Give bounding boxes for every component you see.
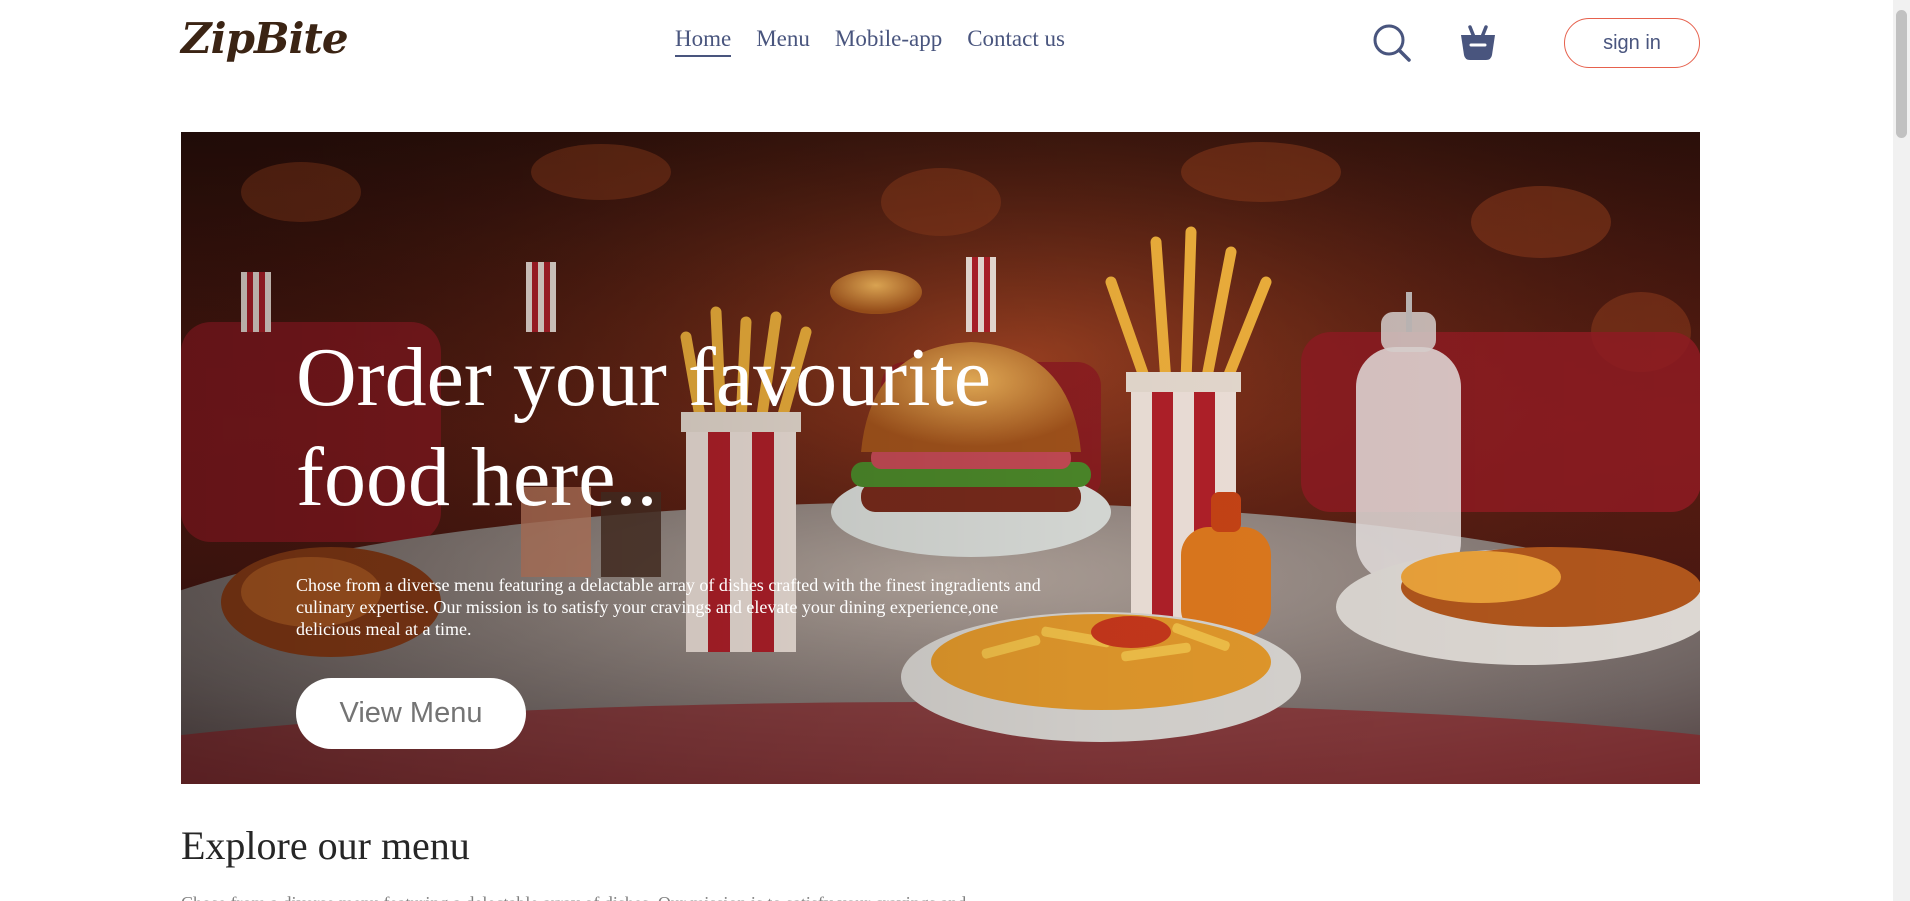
hero-title-line-2: food here.. [296,431,658,524]
search-icon[interactable] [1372,23,1412,63]
page: ZipBite Home Menu Mobile-app Contact us … [0,0,1910,901]
explore-menu-description: Chose from a diverse menu featuring a de… [181,893,966,901]
nav-item-contact-us[interactable]: Contact us [967,26,1065,57]
nav-item-menu[interactable]: Menu [756,26,810,57]
sign-in-button[interactable]: sign in [1564,18,1700,68]
view-menu-button[interactable]: View Menu [296,678,526,749]
navbar: ZipBite Home Menu Mobile-app Contact us … [181,0,1700,88]
basket-icon[interactable] [1458,23,1498,63]
nav-item-mobile-app[interactable]: Mobile-app [835,26,942,57]
hero-content: Order your favourite food here.. Chose fr… [296,328,1076,749]
explore-menu-title: Explore our menu [181,823,470,868]
scrollbar-thumb[interactable] [1896,10,1907,138]
page-scrollbar[interactable] [1893,0,1910,901]
hero-description: Chose from a diverse menu featuring a de… [296,575,1041,639]
logo[interactable]: ZipBite [181,14,349,63]
nav-menu: Home Menu Mobile-app Contact us [675,26,1065,57]
hero-title-line-1: Order your favourite [296,331,992,424]
nav-item-home[interactable]: Home [675,26,732,57]
nav-right: sign in [1372,18,1700,68]
hero-title: Order your favourite food here.. [296,328,1076,528]
hero-banner: Order your favourite food here.. Chose fr… [181,132,1700,784]
